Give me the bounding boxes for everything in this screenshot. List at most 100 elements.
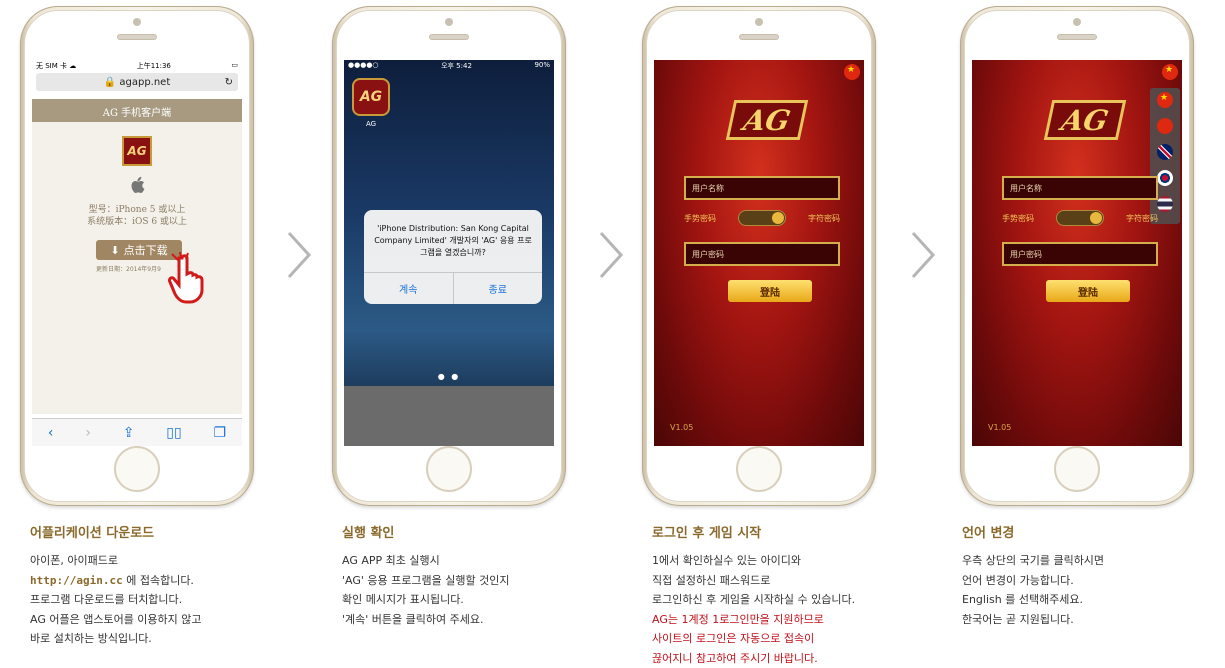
chevron-right-icon — [286, 230, 312, 280]
ag-logo: AG — [122, 136, 152, 166]
phone-frame: AG 用户名称 手势密码 字符密码 用户密码 登陆 V1.05 — [642, 6, 876, 506]
language-menu — [1150, 88, 1180, 224]
warning-line: AG는 1계정 1로그인만을 지원하므로 — [652, 610, 932, 630]
status-carrier: 无 SIM 卡 ☁ — [36, 61, 76, 71]
caption-line: AG 어플은 앱스토어를 이용하지 않고 — [30, 610, 310, 630]
quit-button[interactable]: 종료 — [453, 273, 543, 304]
warning-line: 사이트의 로그인은 자동으로 접속이 — [652, 629, 932, 649]
open-app-alert: 'iPhone Distribution: San Kong Capital C… — [364, 210, 542, 304]
password-field[interactable]: 用户密码 — [684, 242, 840, 266]
status-time: 上午11:36 — [137, 61, 171, 71]
speaker — [117, 34, 157, 40]
caption-line: 로그인하신 후 게임을 시작하실 수 있습니다. — [652, 590, 932, 610]
warning-line: 끊어지니 참고하여 주시기 바랍니다. — [652, 649, 932, 668]
caption-line: 확인 메시지가 표시됩니다. — [342, 590, 622, 610]
signal-icon: ●●●●○ — [348, 61, 379, 71]
battery-level: 90% — [534, 61, 550, 71]
caption-1: 어플리케이션 다운로드 아이폰, 아이패드로 http://agin.cc 에 … — [30, 522, 310, 649]
caption-title: 언어 변경 — [962, 522, 1225, 541]
battery-icon: ▭ — [231, 61, 238, 71]
ag-app-icon[interactable]: AG — [352, 78, 390, 116]
uk-flag-icon[interactable] — [1157, 144, 1173, 160]
home-button — [1054, 446, 1100, 492]
china-flag-icon[interactable] — [1162, 64, 1178, 80]
browser-screen: 无 SIM 卡 ☁ 上午11:36 ▭ 🔒 agapp.net ↻ AG 手机客… — [32, 60, 242, 446]
phone-frame: AG 用户名称 手势密码 字符密码 用户密码 登陆 V1.05 — [960, 6, 1194, 506]
caption-title: 로그인 후 게임 시작 — [652, 522, 932, 541]
login-button[interactable]: 登陆 — [1046, 280, 1130, 302]
page-dots: ● ● — [344, 372, 554, 381]
share-icon[interactable]: ⇪ — [123, 425, 135, 441]
password-mode-toggle[interactable] — [738, 210, 786, 226]
step-4: AG 用户名称 手势密码 字符密码 用户密码 登陆 V1.05 언어 변경 우측… — [932, 0, 1225, 656]
camera — [133, 18, 141, 26]
caption-line: 언어 변경이 가능합니다. — [962, 571, 1225, 591]
thailand-flag-icon[interactable] — [1157, 196, 1173, 212]
status-time: 오후 5:42 — [441, 61, 472, 71]
step-3: AG 用户名称 手势密码 字符密码 用户密码 登陆 V1.05 로그인 후 게임… — [622, 0, 922, 656]
phone-frame: 无 SIM 卡 ☁ 上午11:36 ▭ 🔒 agapp.net ↻ AG 手机客… — [20, 6, 254, 506]
phone-frame: ●●●●○ 오후 5:42 90% AG AG 'iPhone Distribu… — [332, 6, 566, 506]
caption-line: 우측 상단의 국기를 클릭하시면 — [962, 551, 1225, 571]
url-text: 🔒 agapp.net — [104, 77, 171, 88]
caption-4: 언어 변경 우측 상단의 국기를 클릭하시면 언어 변경이 가능합니다. Eng… — [962, 522, 1225, 629]
caption-line: 1에서 확인하실수 있는 아이디와 — [652, 551, 932, 571]
login-button[interactable]: 登陆 — [728, 280, 812, 302]
version-label: V1.05 — [988, 423, 1011, 432]
china-flag-icon[interactable] — [1157, 92, 1173, 108]
home-button — [426, 446, 472, 492]
gesture-password-label: 手势密码 — [1002, 213, 1034, 224]
hongkong-flag-icon[interactable] — [1157, 118, 1173, 134]
caption-line: 아이폰, 아이패드로 — [30, 551, 310, 571]
username-field[interactable]: 用户名称 — [1002, 176, 1158, 200]
text-password-label: 字符密码 — [1126, 213, 1158, 224]
site-link[interactable]: http://agin.cc — [30, 574, 123, 587]
caption-2: 실행 확인 AG APP 최초 실행시 'AG' 응용 프로그램을 실행할 것인… — [342, 522, 622, 629]
caption-line: English 를 선택해주세요. — [962, 590, 1225, 610]
download-icon: ⬇ — [110, 244, 119, 257]
pointing-hand-icon — [168, 250, 220, 306]
app-icon-label: AG — [352, 120, 390, 128]
back-icon[interactable]: ‹ — [48, 425, 54, 441]
caption-3: 로그인 후 게임 시작 1에서 확인하실수 있는 아이디와 직접 설정하신 패스… — [652, 522, 932, 668]
chevron-right-icon — [598, 230, 624, 280]
password-mode-toggle[interactable] — [1056, 210, 1104, 226]
china-flag-icon[interactable] — [844, 64, 860, 80]
continue-button[interactable]: 계속 — [364, 273, 453, 304]
caption-line: 직접 설정하신 패스워드로 — [652, 571, 932, 591]
caption-line: 한국어는 곧 지원됩니다. — [962, 610, 1225, 630]
home-button — [736, 446, 782, 492]
caption-line: AG APP 최초 실행시 — [342, 551, 622, 571]
caption-title: 어플리케이션 다운로드 — [30, 522, 310, 541]
model-requirement: 型号：iPhone 5 或以上 — [32, 204, 242, 216]
login-screen: AG 用户名称 手势密码 字符密码 用户密码 登陆 V1.05 — [654, 60, 864, 446]
step-1: 无 SIM 卡 ☁ 上午11:36 ▭ 🔒 agapp.net ↻ AG 手机客… — [0, 0, 300, 656]
download-label: 点击下载 — [124, 242, 168, 258]
launch-screen: ●●●●○ 오후 5:42 90% AG AG 'iPhone Distribu… — [344, 60, 554, 446]
caption-line: 'AG' 응용 프로그램을 실행할 것인지 — [342, 571, 622, 591]
tabs-icon[interactable]: ❐ — [214, 425, 227, 441]
dock — [344, 386, 554, 446]
alert-message: 'iPhone Distribution: San Kong Capital C… — [364, 210, 542, 272]
browser-toolbar: ‹ › ⇪ ▯▯ ❐ — [32, 418, 242, 446]
update-date: 更新日期：2014年9月9 — [96, 264, 161, 273]
apple-icon — [129, 176, 145, 194]
version-label: V1.05 — [670, 423, 693, 432]
login-screen: AG 用户名称 手势密码 字符密码 用户密码 登陆 V1.05 — [972, 60, 1182, 446]
ag-logo: AG — [1044, 100, 1127, 140]
bookmarks-icon[interactable]: ▯▯ — [166, 425, 181, 441]
download-page: AG 型号：iPhone 5 或以上 系统版本：iOS 6 或以上 ⬇ 点击下载… — [32, 122, 242, 414]
address-bar[interactable]: 🔒 agapp.net ↻ — [36, 73, 238, 91]
username-field[interactable]: 用户名称 — [684, 176, 840, 200]
caption-line: 프로그램 다운로드를 터치합니다. — [30, 590, 310, 610]
caption-title: 실행 확인 — [342, 522, 622, 541]
korea-flag-icon[interactable] — [1157, 170, 1173, 186]
reload-icon[interactable]: ↻ — [225, 77, 233, 88]
os-requirement: 系统版本：iOS 6 或以上 — [32, 216, 242, 228]
text-password-label: 字符密码 — [808, 213, 840, 224]
step-2: ●●●●○ 오후 5:42 90% AG AG 'iPhone Distribu… — [312, 0, 612, 656]
home-button — [114, 446, 160, 492]
forward-icon[interactable]: › — [85, 425, 91, 441]
password-field[interactable]: 用户密码 — [1002, 242, 1158, 266]
page-header: AG 手机客户端 — [32, 99, 242, 123]
